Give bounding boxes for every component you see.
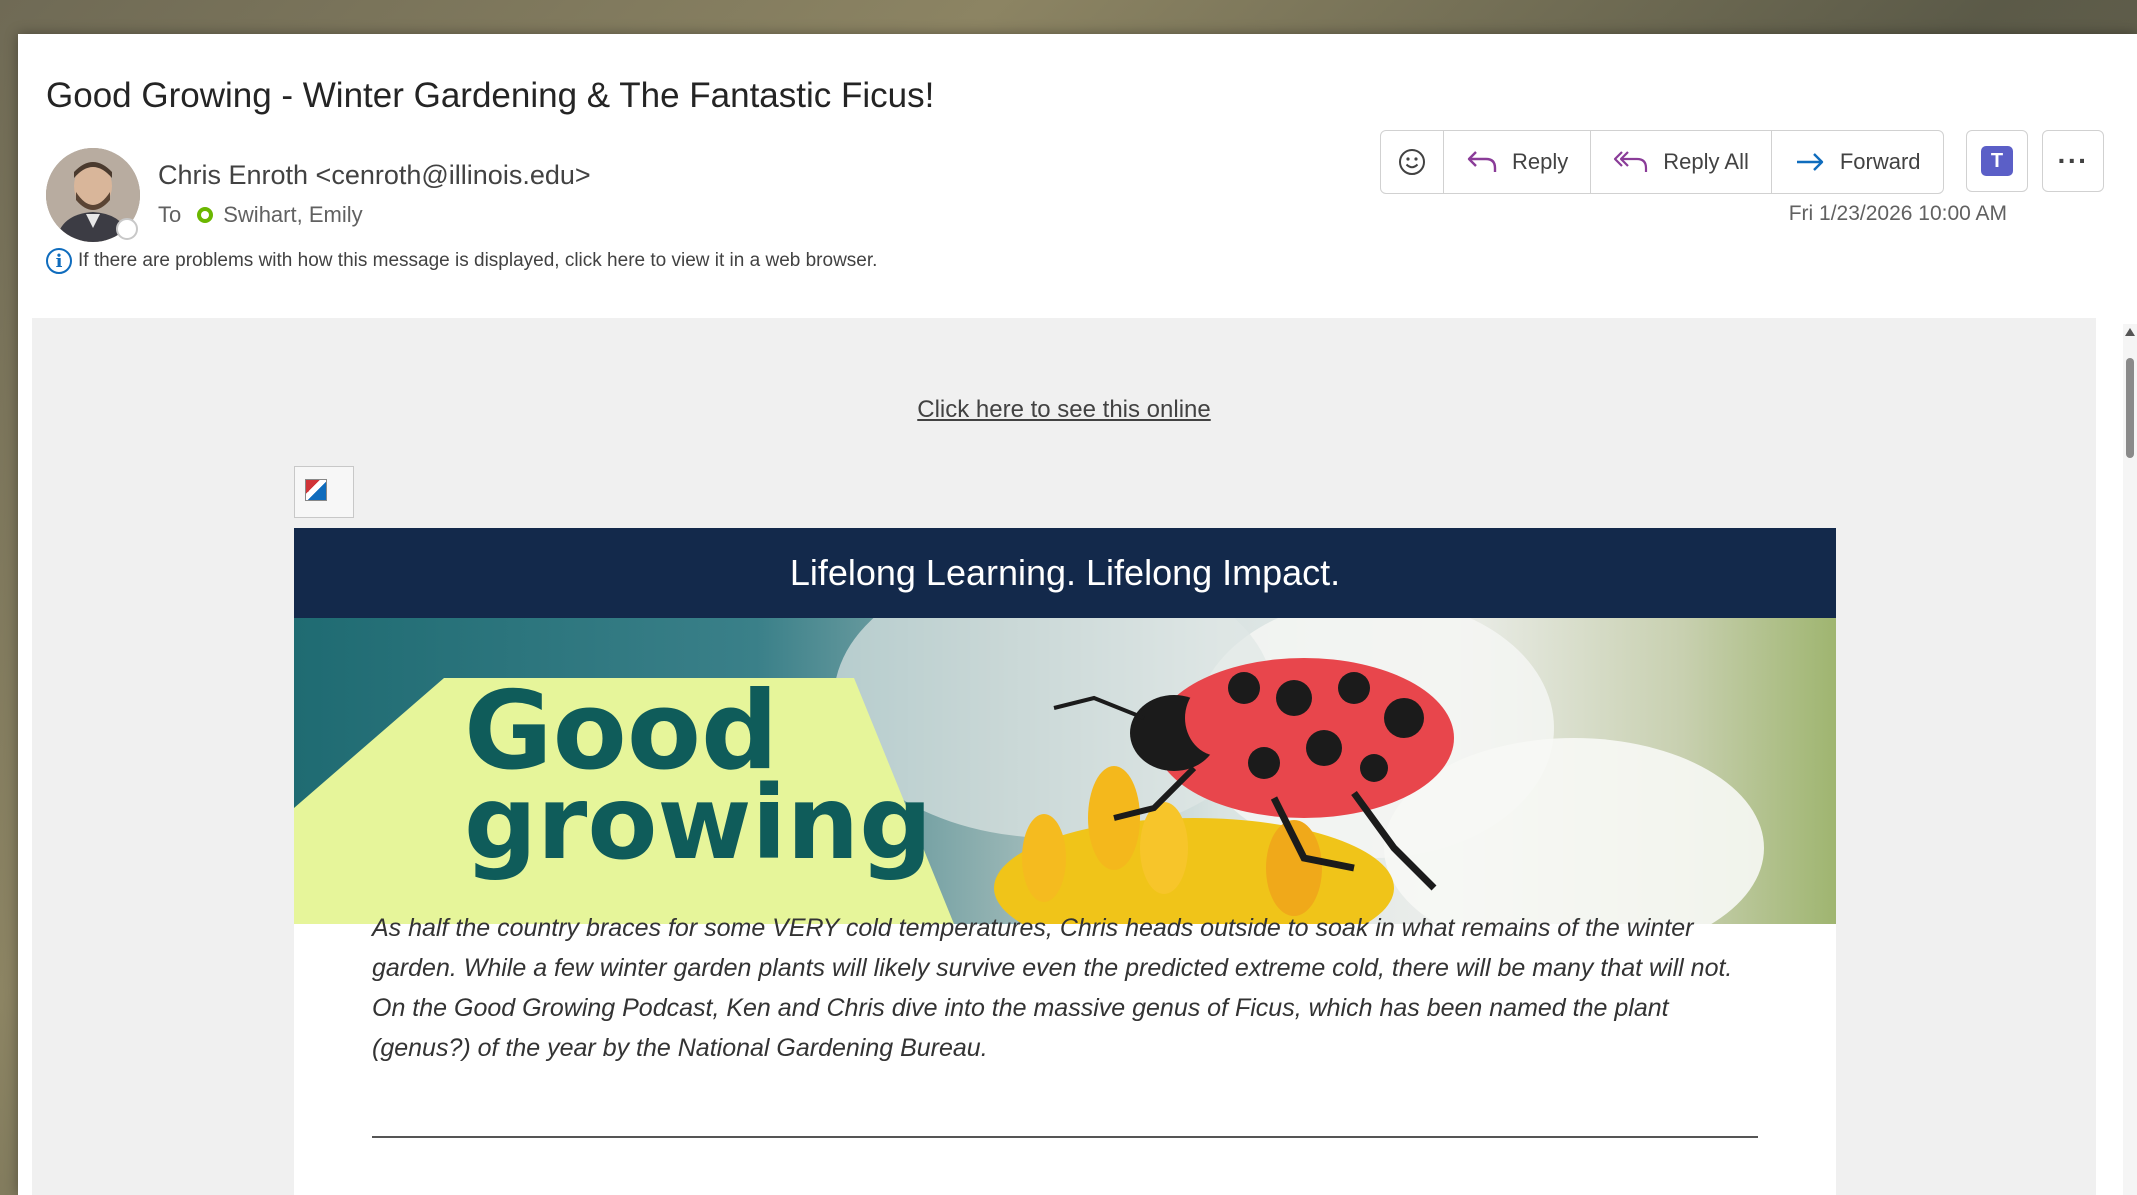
- reply-all-label: Reply All: [1663, 149, 1749, 174]
- info-icon: i: [46, 248, 72, 274]
- scroll-up-icon[interactable]: [2125, 328, 2135, 336]
- view-online-link[interactable]: Click here to see this online: [32, 396, 2096, 424]
- hero-image: Good growing: [294, 618, 1836, 924]
- available-status-icon: [197, 207, 214, 223]
- recipient-name[interactable]: Swihart, Emily: [223, 202, 362, 228]
- scroll-thumb[interactable]: [2126, 358, 2134, 458]
- teams-icon: T: [1981, 146, 2013, 176]
- emoji-icon: [1399, 149, 1425, 175]
- newsletter-banner: Lifelong Learning. Lifelong Impact.: [294, 528, 1836, 618]
- reply-button[interactable]: Reply: [1444, 131, 1592, 193]
- vertical-scrollbar[interactable]: [2123, 324, 2137, 1195]
- more-icon: ···: [2057, 145, 2089, 176]
- reply-label: Reply: [1512, 149, 1569, 174]
- forward-icon: [1796, 153, 1824, 171]
- more-actions-button[interactable]: ···: [2042, 130, 2104, 192]
- reply-all-icon: [1614, 151, 1648, 172]
- newsletter-intro: As half the country braces for some VERY…: [372, 914, 1733, 1062]
- forward-button[interactable]: Forward: [1772, 131, 1943, 193]
- teams-button[interactable]: T: [1966, 130, 2028, 192]
- reply-all-button[interactable]: Reply All: [1591, 131, 1772, 193]
- section-divider: [372, 1136, 1758, 1138]
- message-body: Click here to see this online Lifelong L…: [32, 318, 2096, 1195]
- received-date: Fri 1/23/2026 10:00 AM: [1788, 202, 2007, 225]
- forward-label: Forward: [1839, 149, 1921, 174]
- hero-title-line2: growing: [464, 764, 932, 883]
- display-problem-text[interactable]: If there are problems with how this mess…: [78, 250, 877, 272]
- broken-image-icon: [305, 479, 327, 501]
- display-problem-notice[interactable]: i If there are problems with how this me…: [46, 248, 877, 274]
- presence-status-icon: [116, 218, 138, 240]
- newsletter-content: Lifelong Learning. Lifelong Impact. Good…: [294, 528, 1836, 1195]
- reply-icon: [1467, 151, 1497, 172]
- broken-image-placeholder: [294, 466, 354, 518]
- react-button[interactable]: [1381, 131, 1444, 193]
- ladybug-flower-illustration: Good growing: [294, 618, 1764, 924]
- message-action-toolbar: Reply Reply All Forward: [1380, 130, 1944, 194]
- sender-name[interactable]: Chris Enroth <cenroth@illinois.edu>: [158, 160, 591, 191]
- email-reading-pane: Good Growing - Winter Gardening & The Fa…: [18, 34, 2137, 1195]
- recipient-line: To Swihart, Emily: [158, 202, 363, 228]
- email-subject: Good Growing - Winter Gardening & The Fa…: [46, 76, 935, 115]
- to-label: To: [158, 202, 182, 227]
